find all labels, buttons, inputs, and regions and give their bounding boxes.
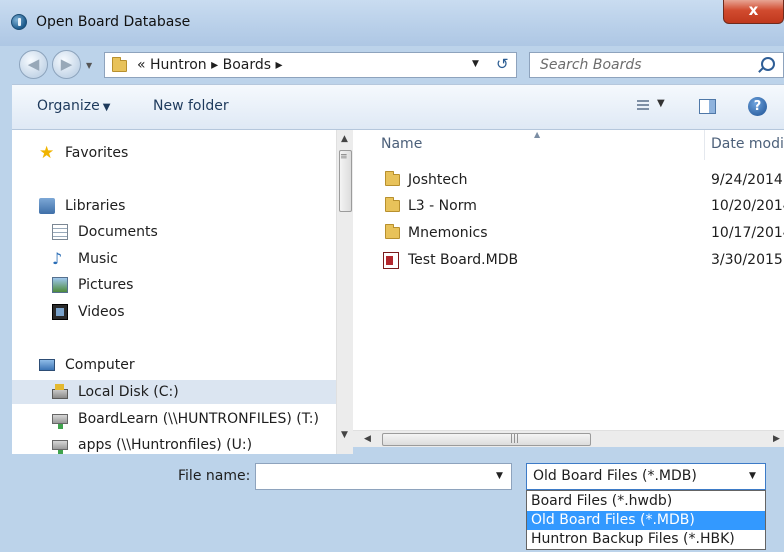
sidebar-item-label: Pictures [78,277,134,293]
column-header-date[interactable]: Date modif [711,136,784,152]
arrow-right-icon: ▶ [60,55,73,73]
scroll-left-icon[interactable]: ◀ [364,434,371,444]
file-date: 9/24/2014 6 [711,172,784,188]
column-header-name[interactable]: Name [381,136,422,152]
file-type-selected: Old Board Files (*.MDB) [533,468,697,484]
file-row[interactable]: L3 - Norm 10/20/2014 [381,194,784,218]
view-list-icon [637,100,649,110]
chevron-down-icon: ▼ [102,102,111,113]
sidebar-item-label: Libraries [65,198,126,214]
star-icon: ★ [39,143,55,163]
help-icon[interactable]: ? [748,97,767,116]
network-drive-icon [52,440,68,454]
sidebar-item-label: Music [78,251,118,267]
command-toolbar: Organize ▼ New folder ▼ ? [12,84,784,130]
file-type-option[interactable]: Huntron Backup Files (*.HBK) [527,530,765,549]
file-name-combobox[interactable]: ▼ [255,463,512,490]
file-name-label: File name: [178,468,251,484]
grip-icon: ≡ [340,152,348,162]
app-icon [11,14,27,30]
search-icon[interactable] [761,57,775,71]
file-row[interactable]: Mnemonics 10/17/2014 [381,221,784,245]
back-button[interactable]: ◀ [19,50,48,79]
folder-icon [112,57,127,72]
file-type-option[interactable]: Board Files (*.hwdb) [527,492,765,511]
folder-icon [385,224,400,239]
sidebar-item-label: Documents [78,224,158,240]
address-bar[interactable]: « Huntron ▸ Boards ▸ ▼ ↺ [104,52,517,78]
organize-label: Organize [37,98,100,114]
sidebar-item-label: Computer [65,357,135,373]
document-icon [52,224,68,240]
breadcrumb[interactable]: « Huntron ▸ Boards ▸ [137,57,283,73]
chevron-down-icon: ▼ [657,98,665,109]
navigation-pane: ★ Favorites Libraries Documents ♪ Music … [12,130,336,454]
file-list: Name ▲ Date modif Joshtech 9/24/2014 6 L… [353,130,784,430]
change-view-button[interactable]: ▼ [637,98,667,114]
navigation-scrollbar[interactable]: ▲ ≡ ▼ [336,130,353,454]
sidebar-item-label: apps (\\Huntronfiles) (U:) [78,437,253,453]
title-bar[interactable]: Open Board Database x [0,0,784,46]
sidebar-item-local-disk[interactable]: Local Disk (C:) [12,380,336,404]
arrow-left-icon: ◀ [27,55,40,73]
file-date: 3/30/2015 1 [711,252,784,268]
grip-icon: ||| [510,434,520,444]
file-type-select[interactable]: Old Board Files (*.MDB) ▼ [526,463,766,490]
window-title: Open Board Database [36,14,191,30]
library-icon [39,198,55,214]
file-name: L3 - Norm [408,198,477,214]
database-file-icon [383,252,399,269]
file-row[interactable]: Test Board.MDB 3/30/2015 1 [381,248,784,272]
close-button[interactable]: x [723,0,784,24]
file-name: Test Board.MDB [408,252,519,268]
scroll-right-icon[interactable]: ▶ [773,434,780,444]
video-icon [52,304,68,320]
organize-button[interactable]: Organize ▼ [37,98,110,114]
network-drive-icon [52,414,68,429]
new-folder-button[interactable]: New folder [153,98,229,114]
sidebar-item-label: BoardLearn (\\HUNTRONFILES) (T:) [78,411,319,427]
computer-icon [39,359,55,371]
sidebar-item-label: Local Disk (C:) [78,384,179,400]
file-name: Joshtech [408,172,468,188]
sort-ascending-icon: ▲ [534,130,541,139]
search-box[interactable] [529,52,784,78]
file-date: 10/20/2014 [711,198,784,214]
address-dropdown-icon[interactable]: ▼ [472,59,479,69]
refresh-icon[interactable]: ↺ [496,55,509,73]
search-input[interactable] [540,56,740,74]
forward-button[interactable]: ▶ [52,50,81,79]
sidebar-item-label: Favorites [65,145,129,161]
preview-pane-icon[interactable] [699,99,716,114]
file-type-option-selected[interactable]: Old Board Files (*.MDB) [527,511,765,530]
file-type-dropdown-list: Board Files (*.hwdb) Old Board Files (*.… [526,490,766,550]
file-name-input[interactable] [260,468,480,486]
chevron-down-icon[interactable]: ▼ [749,471,756,481]
column-divider[interactable] [704,130,705,160]
scroll-up-icon[interactable]: ▲ [341,134,348,144]
scroll-down-icon[interactable]: ▼ [341,430,348,440]
disk-drive-icon [52,384,68,399]
scroll-thumb[interactable]: ||| [382,433,591,446]
music-note-icon: ♪ [52,249,63,268]
picture-icon [52,277,68,293]
folder-icon [385,171,400,186]
chevron-down-icon[interactable]: ▼ [496,471,503,481]
file-name: Mnemonics [408,225,488,241]
horizontal-scrollbar[interactable]: ◀ ||| ▶ [353,430,784,447]
file-row[interactable]: Joshtech 9/24/2014 6 [381,168,784,192]
sidebar-item-label: Videos [78,304,125,320]
navigation-bar: ◀ ▶ ▼ « Huntron ▸ Boards ▸ ▼ ↺ [0,46,784,84]
file-date: 10/17/2014 [711,225,784,241]
recent-pages-dropdown[interactable]: ▼ [86,61,92,70]
folder-icon [385,197,400,212]
